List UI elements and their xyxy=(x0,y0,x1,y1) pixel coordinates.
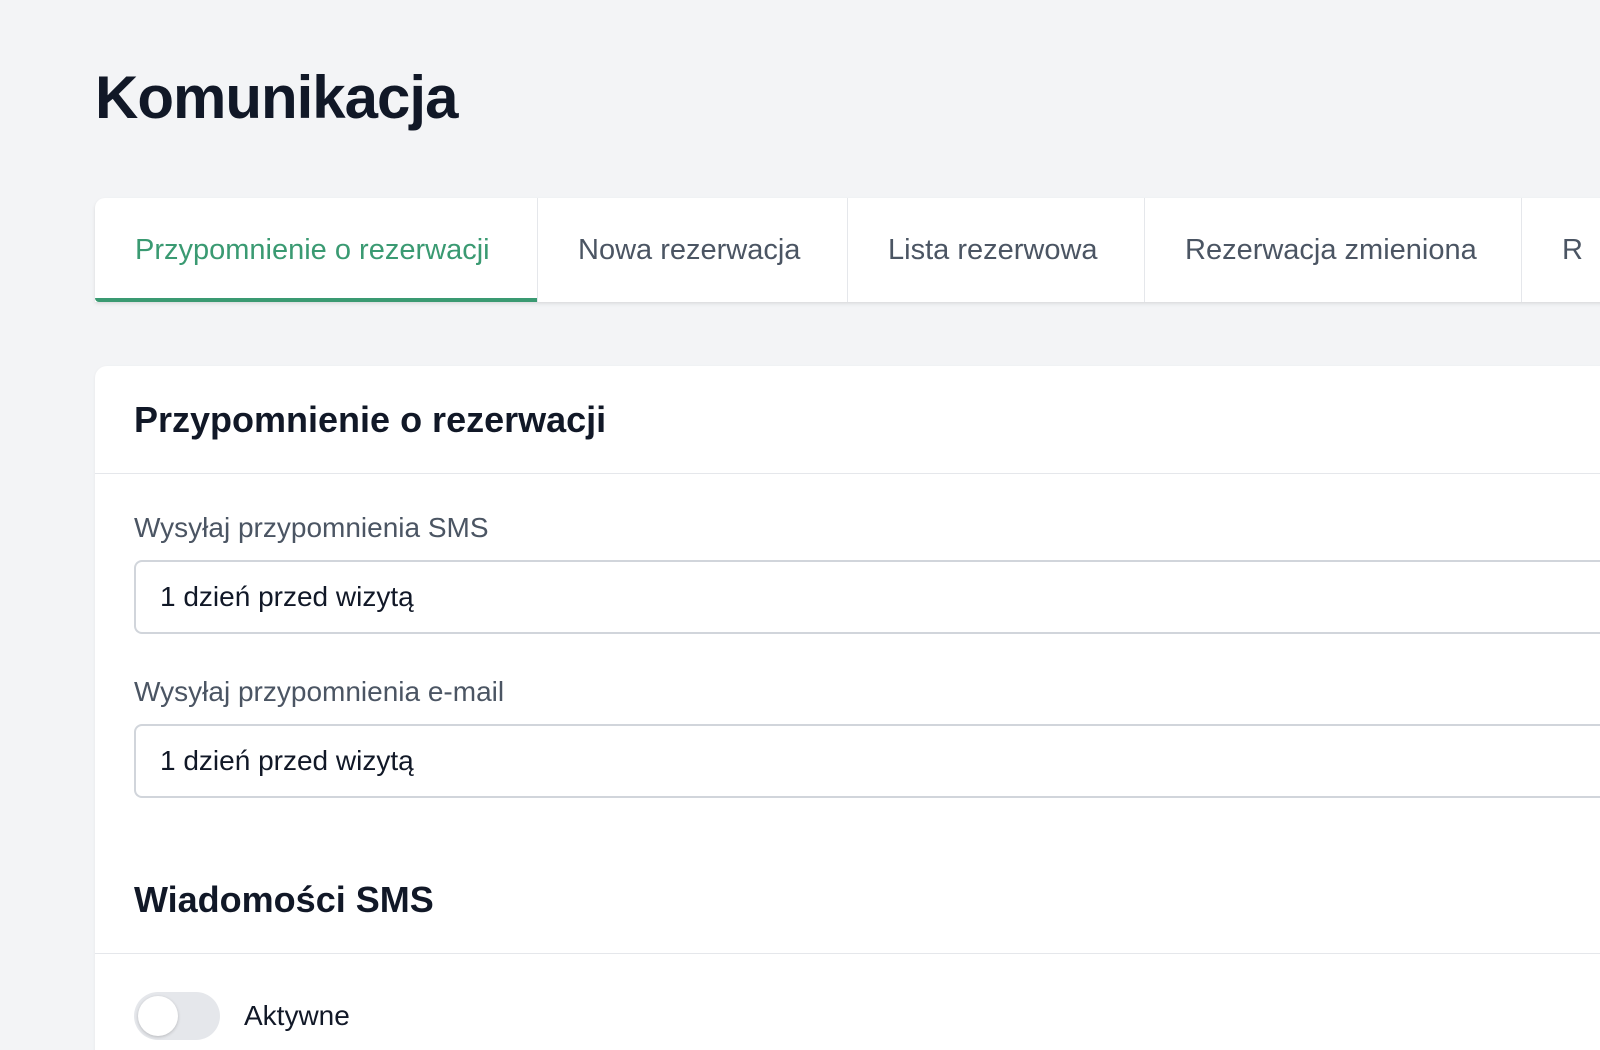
tab-bar: Przypomnienie o rezerwacji Nowa rezerwac… xyxy=(95,198,1600,302)
tab-partial[interactable]: R xyxy=(1522,198,1600,302)
sms-active-row: Aktywne xyxy=(95,954,1600,1040)
tab-new-booking[interactable]: Nowa rezerwacja xyxy=(538,198,848,302)
reminder-form: Wysyłaj przypomnienia SMS 1 dzień przed … xyxy=(95,474,1600,798)
tab-label: Przypomnienie o rezerwacji xyxy=(135,233,490,266)
sms-section-header: Wiadomości SMS xyxy=(95,846,1600,954)
tab-waiting-list[interactable]: Lista rezerwowa xyxy=(848,198,1145,302)
tab-booking-reminder[interactable]: Przypomnienie o rezerwacji xyxy=(95,198,538,302)
tab-label: R xyxy=(1562,233,1583,266)
sms-active-label: Aktywne xyxy=(244,1000,350,1031)
toggle-knob xyxy=(138,996,178,1036)
tab-booking-changed[interactable]: Rezerwacja zmieniona xyxy=(1145,198,1522,302)
tab-label: Nowa rezerwacja xyxy=(578,233,801,266)
reminder-section-title: Przypomnienie o rezerwacji xyxy=(134,398,607,440)
tab-label: Lista rezerwowa xyxy=(888,233,1098,266)
sms-section-title: Wiadomości SMS xyxy=(134,878,434,920)
email-reminder-label: Wysyłaj przypomnienia e-mail xyxy=(134,676,505,707)
tab-label: Rezerwacja zmieniona xyxy=(1185,233,1477,266)
settings-card: Przypomnienie o rezerwacji Wysyłaj przyp… xyxy=(95,366,1600,1050)
sms-reminder-label: Wysyłaj przypomnienia SMS xyxy=(134,512,489,543)
sms-reminder-select[interactable]: 1 dzień przed wizytą xyxy=(134,560,1600,634)
sms-active-toggle[interactable] xyxy=(134,992,220,1040)
reminder-section-header: Przypomnienie o rezerwacji xyxy=(95,366,1600,474)
sms-reminder-value: 1 dzień przed wizytą xyxy=(160,581,414,612)
page: Komunikacja Przypomnienie o rezerwacji N… xyxy=(0,0,1600,1050)
email-reminder-select[interactable]: 1 dzień przed wizytą xyxy=(134,724,1600,798)
page-title: Komunikacja xyxy=(95,64,458,131)
email-reminder-value: 1 dzień przed wizytą xyxy=(160,745,414,776)
